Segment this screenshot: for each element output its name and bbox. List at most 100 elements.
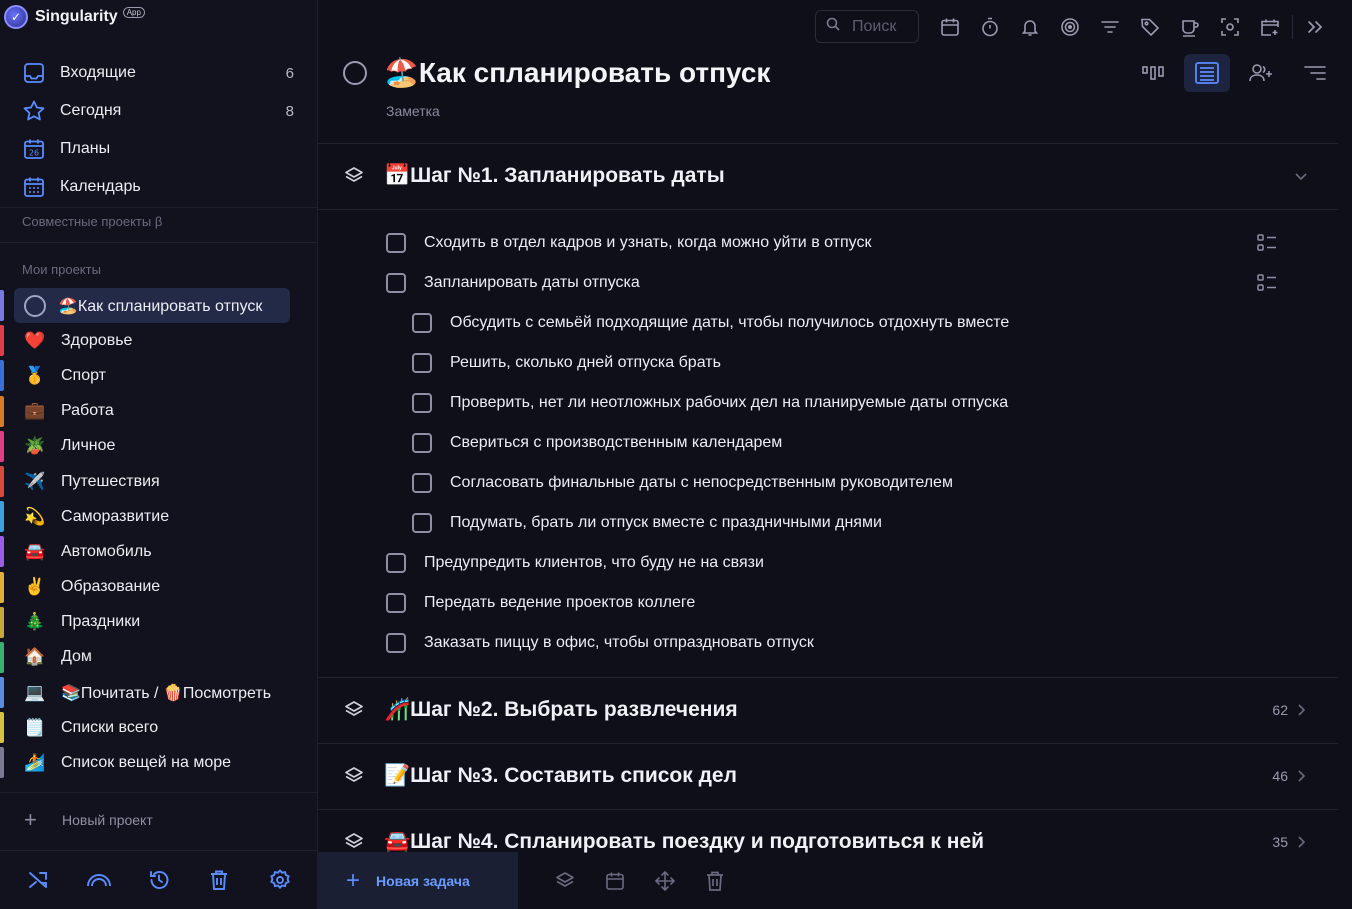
task-row[interactable]: Обсудить с семьёй подходящие даты, чтобы… [412,311,1009,335]
task-checkbox[interactable] [386,273,406,293]
task-checkbox[interactable] [412,513,432,533]
project-item[interactable]: 💻 📚Почитать / 🍿Посмотреть [0,675,318,710]
task-row[interactable]: Запланировать даты отпуска [386,271,640,295]
task-row[interactable]: Сходить в отдел кадров и узнать, когда м… [386,231,872,255]
project-item[interactable]: 🏄 Список вещей на море [0,745,318,780]
section-title[interactable]: 🚘Шаг №4. Спланировать поездку и подготов… [384,830,984,854]
task-checkbox[interactable] [412,473,432,493]
project-item[interactable]: ✈️ Путешествия [0,464,318,499]
task-row[interactable]: Свериться с производственным календарем [412,431,782,455]
task-label[interactable]: Подумать, брать ли отпуск вместе с празд… [450,514,882,532]
project-item[interactable]: 🏠 Дом [0,640,318,675]
chevron-right-icon[interactable] [1294,769,1308,783]
section-title[interactable]: 📅Шаг №1. Запланировать даты [384,164,725,188]
task-row[interactable]: Подумать, брать ли отпуск вместе с празд… [412,511,882,535]
divider [318,143,1338,144]
chevron-right-icon[interactable] [1294,703,1308,717]
trash-icon[interactable] [205,866,233,894]
section-header[interactable]: 🎢Шаг №2. Выбрать развлечения 62 [318,690,1338,730]
section-count: 62 [1272,702,1288,718]
task-checkbox[interactable] [412,433,432,453]
layers-icon[interactable] [344,166,364,186]
task-checkbox[interactable] [386,553,406,573]
nav-item-today[interactable]: Сегодня 8 [0,92,318,130]
task-checkbox[interactable] [412,353,432,373]
focus-icon[interactable] [1050,12,1090,42]
task-row[interactable]: Предупредить клиентов, что буду не на св… [386,551,764,575]
chevron-down-icon[interactable] [1294,169,1308,183]
mug-icon[interactable] [1170,12,1210,42]
task-label[interactable]: Передать ведение проектов коллеге [424,594,695,612]
page-title[interactable]: 🏖️Как спланировать отпуск [384,56,770,89]
chevron-right-icon[interactable] [1294,835,1308,849]
task-row[interactable]: Передать ведение проектов коллеге [386,591,695,615]
tag-icon[interactable] [1130,12,1170,42]
bell-icon[interactable] [1010,12,1050,42]
note-complete-toggle[interactable] [343,61,367,85]
list-view-icon[interactable] [1184,54,1230,92]
task-row[interactable]: Заказать пиццу в офис, чтобы отпразднова… [386,631,814,655]
task-row[interactable]: Проверить, нет ли неотложных рабочих дел… [412,391,1008,415]
project-item[interactable]: 💼 Работа [0,394,318,429]
move-icon[interactable] [640,868,690,894]
task-row[interactable]: Решить, сколько дней отпуска брать [412,351,721,375]
subtasks-icon[interactable] [1256,232,1278,254]
project-item[interactable]: 🏖️Как спланировать отпуск [0,288,318,323]
section-title[interactable]: 📝Шаг №3. Составить список дел [384,764,737,788]
nav-item-inbox[interactable]: Входящие 6 [0,54,318,92]
layers-icon[interactable] [344,700,364,720]
section-header[interactable]: 📝Шаг №3. Составить список дел 46 [318,756,1338,796]
layers-icon[interactable] [344,832,364,852]
new-task-button[interactable]: + Новая задача [318,852,518,909]
app-logo-icon[interactable]: ✓ [4,5,28,29]
expand-icon[interactable] [1295,12,1335,42]
subtasks-icon[interactable] [1256,272,1278,294]
filter-icon[interactable] [1090,12,1130,42]
project-item[interactable]: 🥇 Спорт [0,358,318,393]
layers-icon[interactable] [344,766,364,786]
task-checkbox[interactable] [386,593,406,613]
task-label[interactable]: Сходить в отдел кадров и узнать, когда м… [424,234,872,252]
task-label[interactable]: Запланировать даты отпуска [424,274,640,292]
trash-icon[interactable] [690,868,740,894]
section-header[interactable]: 📅Шаг №1. Запланировать даты [318,156,1338,196]
task-label[interactable]: Проверить, нет ли неотложных рабочих дел… [450,394,1008,412]
task-label[interactable]: Согласовать финальные даты с непосредств… [450,474,953,492]
add-member-icon[interactable] [1238,54,1284,92]
timer-icon[interactable] [970,12,1010,42]
task-row[interactable]: Согласовать финальные даты с непосредств… [412,471,953,495]
shuffle-icon[interactable] [24,866,52,894]
task-checkbox[interactable] [412,313,432,333]
board-view-icon[interactable] [1130,54,1176,92]
section-title[interactable]: 🎢Шаг №2. Выбрать развлечения [384,698,738,722]
task-label[interactable]: Заказать пиццу в офис, чтобы отпразднова… [424,634,814,652]
task-label[interactable]: Решить, сколько дней отпуска брать [450,354,721,372]
task-label[interactable]: Обсудить с семьёй подходящие даты, чтобы… [450,314,1009,332]
rainbow-icon[interactable] [85,866,113,894]
project-item[interactable]: ❤️ Здоровье [0,323,318,358]
search-input[interactable]: Поиск [815,10,919,43]
calendar-icon[interactable] [590,868,640,894]
settings-icon[interactable] [266,866,294,894]
layers-icon[interactable] [540,868,590,894]
project-item[interactable]: ✌️ Образование [0,570,318,605]
nav-item-calendar[interactable]: Календарь [0,168,318,206]
shared-projects-label[interactable]: Совместные проекты β [22,214,162,229]
task-label[interactable]: Свериться с производственным календарем [450,434,782,452]
project-item[interactable]: 🗒️ Списки всего [0,710,318,745]
task-checkbox[interactable] [386,633,406,653]
project-item[interactable]: 💫 Саморазвитие [0,499,318,534]
new-project-button[interactable]: + Новый проект [24,809,153,831]
nav-item-plans[interactable]: 26 Планы [0,130,318,168]
scan-icon[interactable] [1210,12,1250,42]
task-label[interactable]: Предупредить клиентов, что буду не на св… [424,554,764,572]
task-checkbox[interactable] [386,233,406,253]
project-item[interactable]: 🚘 Автомобиль [0,534,318,569]
history-icon[interactable] [145,866,173,894]
sort-icon[interactable] [1292,54,1338,92]
project-item[interactable]: 🪴 Личное [0,429,318,464]
task-checkbox[interactable] [412,393,432,413]
project-item[interactable]: 🎄 Праздники [0,605,318,640]
calendar-add-icon[interactable] [1250,12,1290,42]
calendar-icon[interactable] [930,12,970,42]
